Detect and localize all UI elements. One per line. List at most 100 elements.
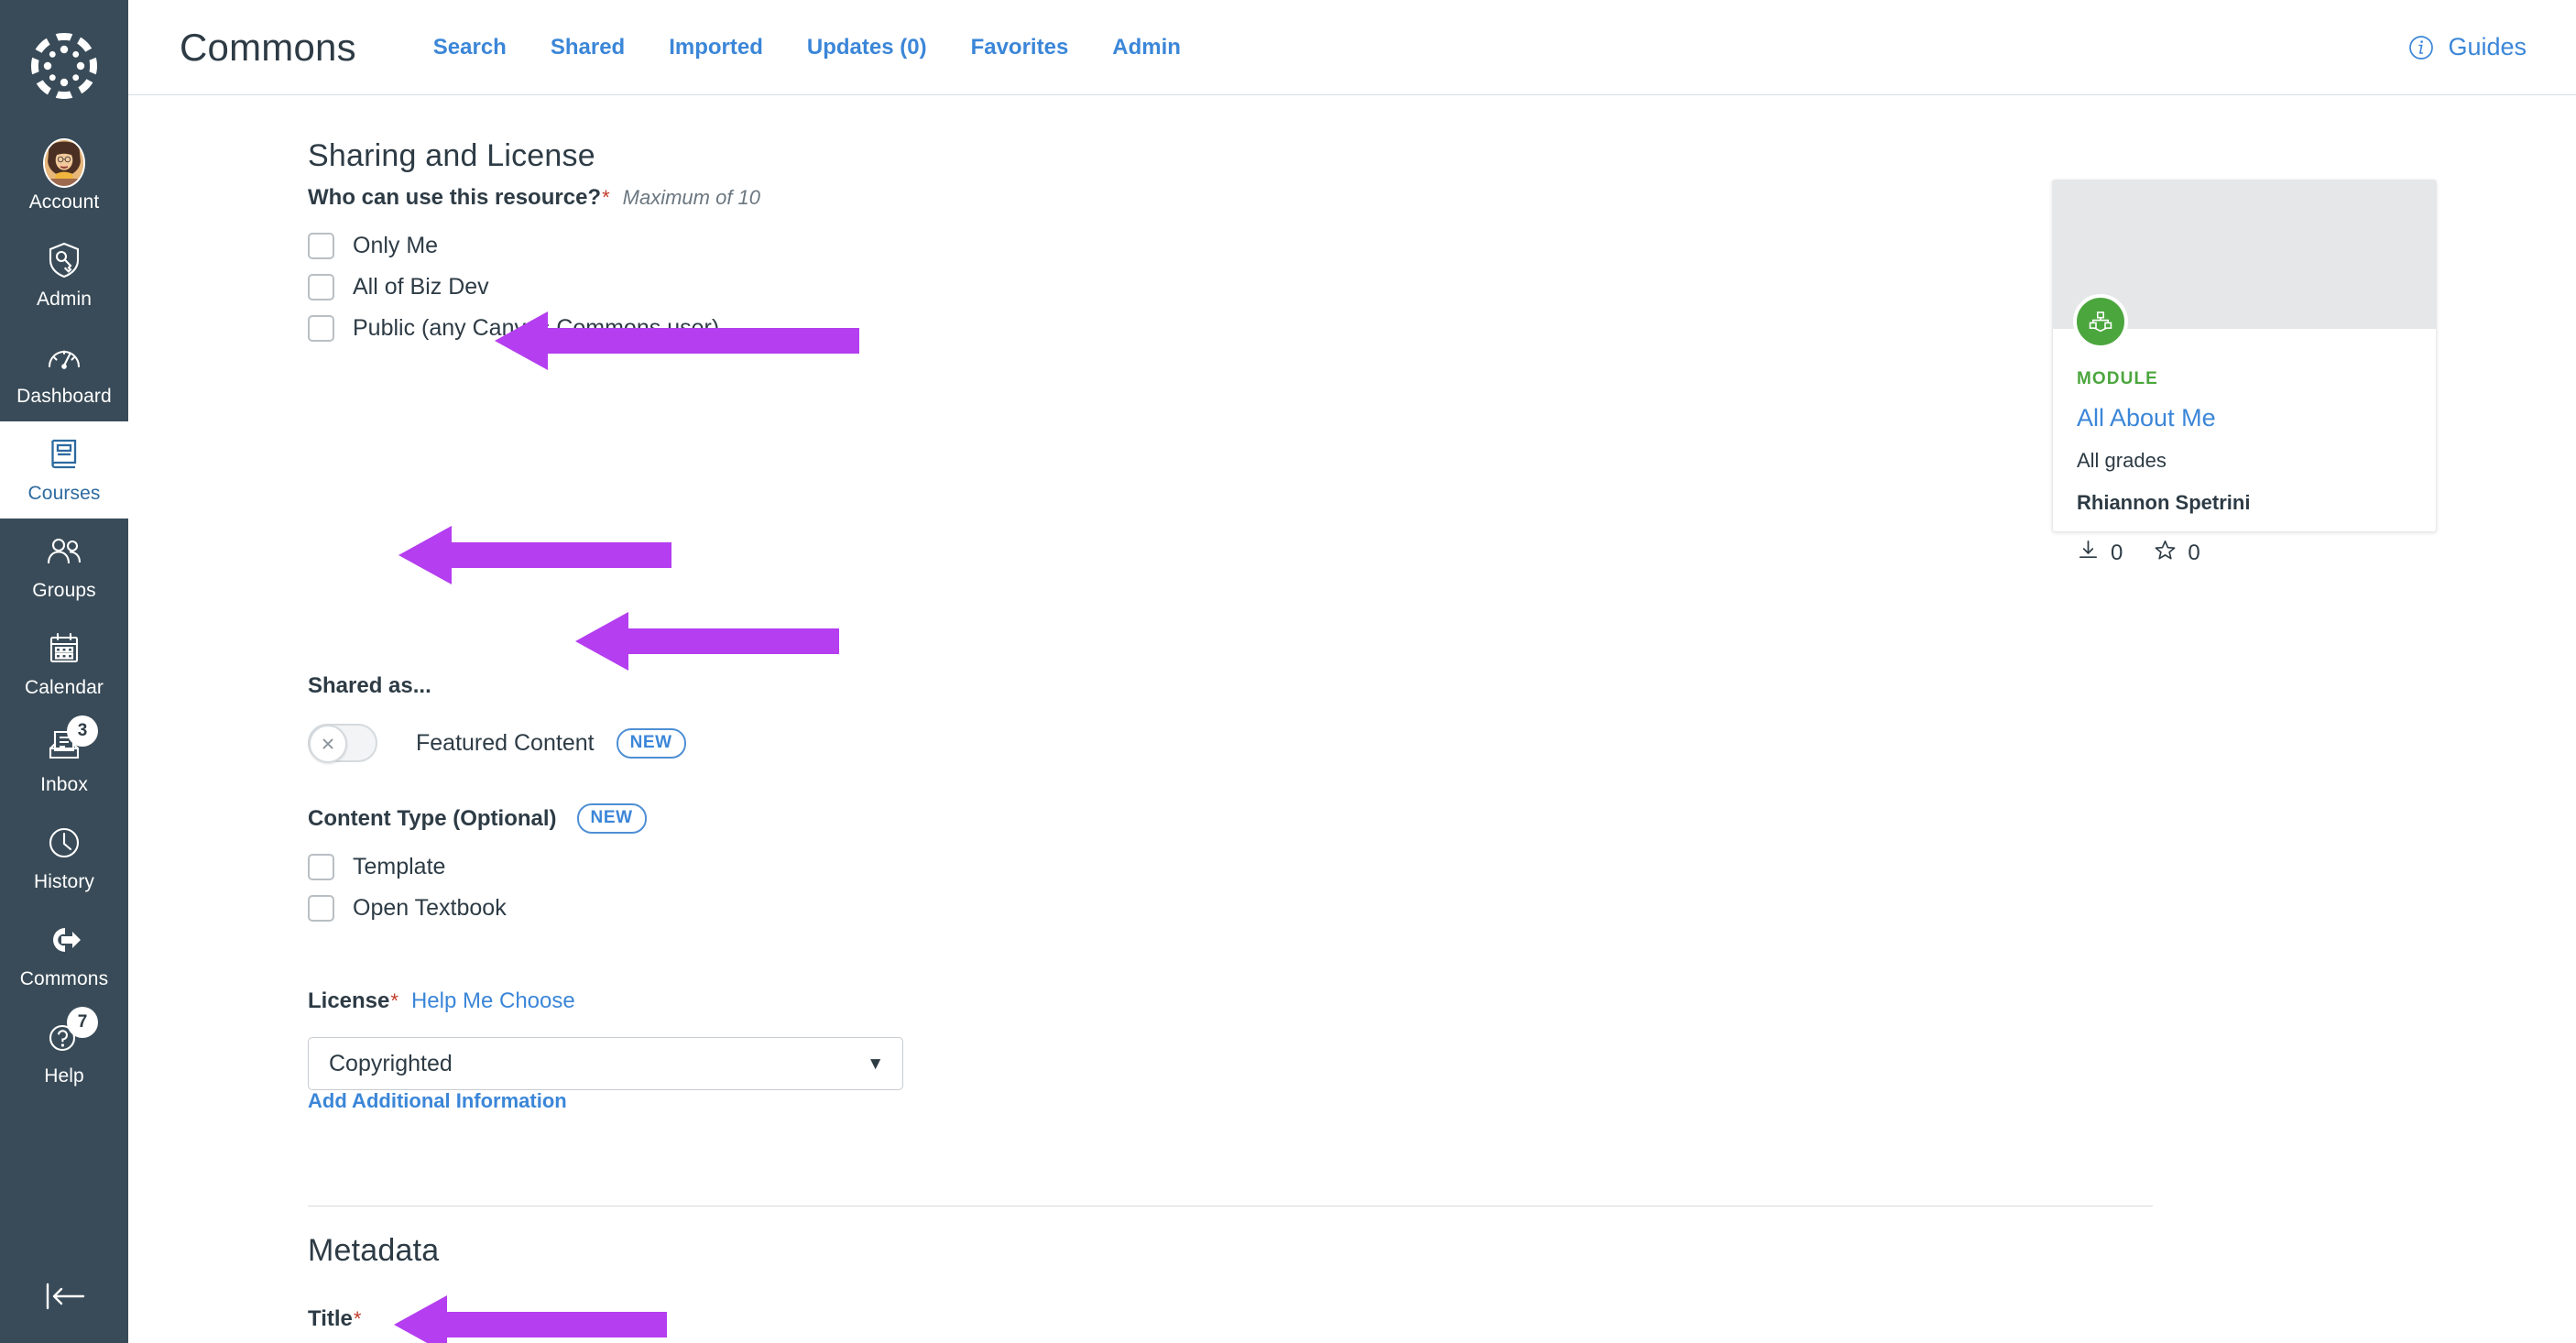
- canvas-logo[interactable]: [26, 27, 103, 104]
- checkbox-label: Open Textbook: [353, 895, 507, 921]
- card-body: MODULE All About Me All grades Rhiannon …: [2053, 294, 2436, 568]
- inbox-icon: 3: [43, 715, 98, 767]
- checkbox-template[interactable]: Template: [308, 854, 507, 880]
- sidebar-item-help[interactable]: 7 Help: [0, 1004, 128, 1101]
- info-circle-icon: [2407, 34, 2435, 61]
- license-selected-value: Copyrighted: [329, 1050, 453, 1076]
- new-badge-content-type: NEW: [576, 803, 647, 834]
- commons-icon: [43, 919, 85, 961]
- module-hierarchy-icon: [2073, 294, 2128, 349]
- sidebar-item-inbox[interactable]: 3 Inbox: [0, 713, 128, 810]
- sidebar-item-calendar[interactable]: Calendar: [0, 616, 128, 713]
- metadata-divider: [308, 1206, 2153, 1207]
- card-title-link[interactable]: All About Me: [2077, 404, 2412, 432]
- sidebar-item-courses[interactable]: Courses: [0, 421, 128, 519]
- checkbox-box[interactable]: [308, 895, 334, 922]
- checkbox-box[interactable]: [308, 233, 334, 259]
- tab-search[interactable]: Search: [411, 35, 529, 60]
- sidebar-item-label: Account: [28, 191, 100, 213]
- card-downloads-stat: 0: [2077, 539, 2123, 568]
- commons-nav: Search Shared Imported Updates (0) Favor…: [411, 35, 1203, 60]
- license-label: License: [308, 988, 390, 1013]
- shared-as-label: Shared as...: [308, 673, 431, 698]
- sidebar-item-account[interactable]: Account: [0, 130, 128, 227]
- sidebar-item-label: Help: [44, 1065, 84, 1086]
- content-type-options: Template Open Textbook: [308, 854, 507, 922]
- main-column: Commons Search Shared Imported Updates (…: [128, 0, 2576, 1343]
- add-additional-information-link[interactable]: Add Additional Information: [308, 1089, 567, 1113]
- who-can-use-options: Only Me All of Biz Dev Public (any Canva…: [308, 233, 719, 342]
- book-icon: [43, 433, 85, 475]
- checkbox-open-textbook[interactable]: Open Textbook: [308, 895, 507, 922]
- resource-preview-card[interactable]: MODULE All About Me All grades Rhiannon …: [2052, 180, 2437, 565]
- sidebar-item-label: Inbox: [40, 774, 88, 795]
- license-select[interactable]: Copyrighted ▼: [308, 1037, 903, 1090]
- sidebar-item-dashboard[interactable]: Dashboard: [0, 324, 128, 421]
- checkbox-box[interactable]: [308, 315, 334, 342]
- help-me-choose-link[interactable]: Help Me Choose: [411, 988, 575, 1014]
- title-label: Title *: [308, 1306, 361, 1332]
- required-asterisk: *: [602, 186, 610, 209]
- checkbox-box[interactable]: [308, 274, 334, 300]
- new-badge-featured: NEW: [616, 727, 686, 759]
- header-right: Guides: [2407, 33, 2543, 61]
- star-icon: [2154, 539, 2177, 568]
- shield-key-icon: [43, 239, 85, 281]
- card-downloads-count: 0: [2111, 540, 2123, 565]
- annotation-arrow-title: [394, 1295, 667, 1343]
- who-can-use-label-row: Who can use this resource? * Maximum of …: [308, 185, 760, 211]
- sidebar-item-label: Commons: [19, 968, 109, 989]
- card-author: Rhiannon Spetrini: [2077, 491, 2251, 514]
- checkbox-only-me[interactable]: Only Me: [308, 233, 719, 259]
- sidebar-item-label: Admin: [36, 289, 93, 310]
- card-grades: All grades: [2077, 449, 2167, 472]
- required-asterisk: *: [353, 1307, 362, 1330]
- sidebar-item-label: Calendar: [24, 677, 104, 698]
- featured-content-label: Featured Content: [416, 729, 595, 756]
- toggle-knob: [309, 725, 347, 763]
- guides-link[interactable]: Guides: [2448, 33, 2527, 61]
- required-asterisk: *: [390, 989, 398, 1012]
- checkbox-label: Only Me: [353, 233, 439, 258]
- inbox-badge: 3: [67, 715, 98, 747]
- page-title: Commons: [180, 25, 356, 69]
- collapse-left-icon[interactable]: [0, 1281, 128, 1312]
- sidebar-item-label: Courses: [27, 483, 101, 504]
- title-label-text: Title: [308, 1306, 353, 1331]
- sidebar-item-commons[interactable]: Commons: [0, 907, 128, 1004]
- who-can-use-hint: Maximum of 10: [622, 186, 761, 209]
- sharing-section-title: Sharing and License: [308, 138, 595, 173]
- avatar-icon: [43, 138, 85, 188]
- tab-admin[interactable]: Admin: [1090, 35, 1203, 60]
- tab-updates[interactable]: Updates (0): [785, 35, 949, 60]
- card-kind-label: MODULE: [2077, 369, 2158, 388]
- sidebar-item-admin[interactable]: Admin: [0, 227, 128, 324]
- help-badge: 7: [67, 1007, 98, 1038]
- checkbox-public[interactable]: Public (any Canvas Commons user): [308, 315, 719, 342]
- checkbox-label: Public (any Canvas Commons user): [353, 315, 720, 341]
- checkbox-label: All of Biz Dev: [353, 274, 489, 300]
- download-icon: [2077, 539, 2100, 568]
- question-icon: 7: [43, 1007, 98, 1058]
- sidebar-item-label: Dashboard: [16, 386, 112, 407]
- tab-shared[interactable]: Shared: [529, 35, 647, 60]
- calendar-icon: [43, 628, 85, 670]
- card-favorites-stat: 0: [2154, 539, 2200, 568]
- checkbox-all-of-biz-dev[interactable]: All of Biz Dev: [308, 274, 719, 300]
- license-label-row: License * Help Me Choose: [308, 988, 575, 1014]
- global-navigation: Account Admin Dashboard Courses Groups C…: [0, 0, 128, 1343]
- checkbox-box[interactable]: [308, 854, 334, 880]
- sidebar-item-history[interactable]: History: [0, 810, 128, 907]
- who-can-use-label: Who can use this resource?: [308, 185, 602, 210]
- card-favorites-count: 0: [2188, 540, 2200, 565]
- app-root: Account Admin Dashboard Courses Groups C…: [0, 0, 2576, 1343]
- annotation-arrow-license: [575, 612, 839, 671]
- tab-favorites[interactable]: Favorites: [949, 35, 1091, 60]
- sidebar-item-groups[interactable]: Groups: [0, 519, 128, 616]
- tab-imported[interactable]: Imported: [647, 35, 785, 60]
- featured-content-toggle[interactable]: [308, 724, 377, 763]
- clock-icon: [43, 822, 85, 864]
- gauge-icon: [43, 336, 85, 378]
- chevron-down-icon: ▼: [867, 1054, 884, 1074]
- sidebar-item-label: Groups: [32, 580, 96, 601]
